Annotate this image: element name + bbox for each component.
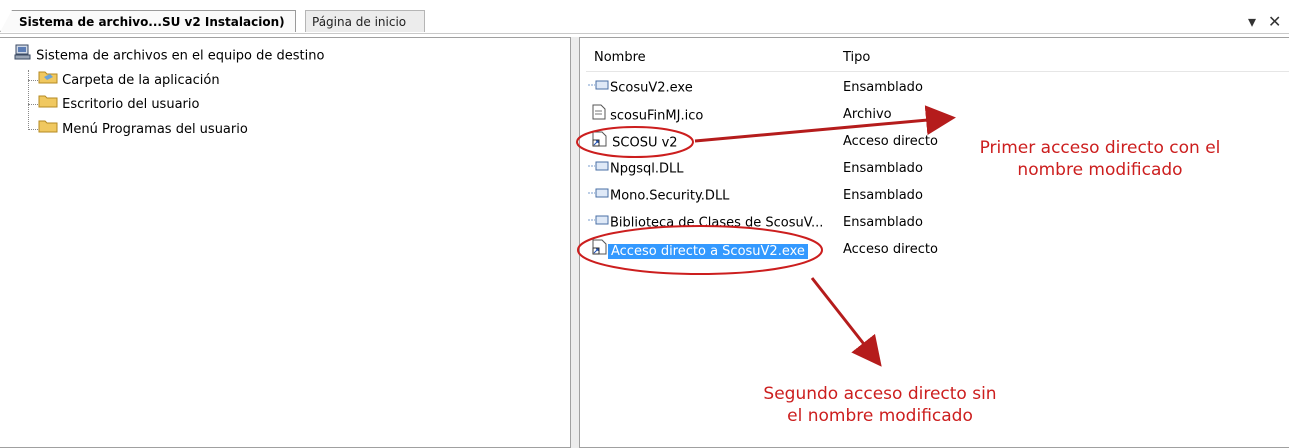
annotation-line: el nombre modificado xyxy=(787,406,973,426)
arrow-icon xyxy=(810,277,882,367)
annotation-line: Primer acceso directo con el xyxy=(979,138,1221,158)
annotation-line: nombre modificado xyxy=(1017,160,1183,180)
annotation-overlay xyxy=(576,105,956,367)
annotation-first-shortcut: Primer acceso directo con el nombre modi… xyxy=(960,137,1240,181)
highlight-ellipse xyxy=(577,225,823,275)
annotation-second-shortcut: Segundo acceso directo sin el nombre mod… xyxy=(740,383,1020,427)
highlight-ellipse xyxy=(576,126,694,158)
arrow-icon xyxy=(694,105,956,143)
annotation-line: Segundo acceso directo sin xyxy=(763,384,997,404)
